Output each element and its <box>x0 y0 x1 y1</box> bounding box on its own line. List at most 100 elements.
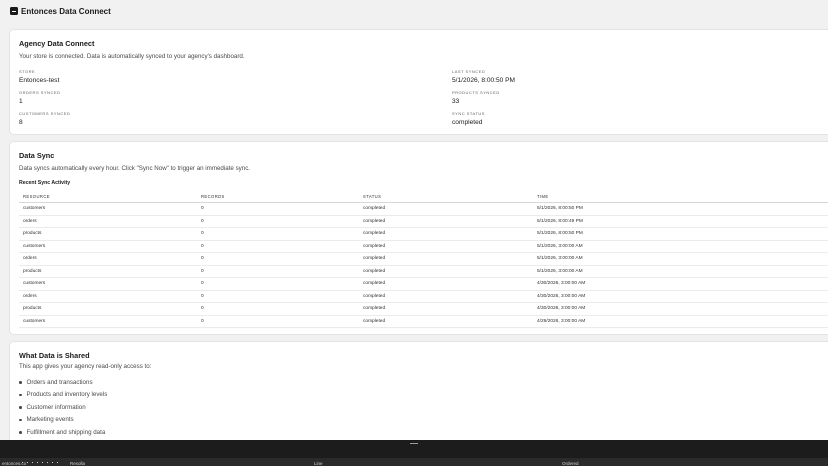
cell-status: completed <box>359 290 533 303</box>
cell-records: 0 <box>197 277 359 291</box>
table-row: customers 0 completed 5/1/2026, 8:00:50 PM <box>19 202 828 216</box>
table-row: customers 0 completed 4/30/2026, 3:00:00 AM <box>19 277 828 291</box>
table-row: products 0 completed 5/1/2026, 3:00:00 AM <box>19 265 828 278</box>
list-item: Customer information <box>19 401 107 414</box>
bottom-col1: Resolla <box>70 460 86 466</box>
stat-store-value: Entonces-test <box>19 76 60 84</box>
agency-card-description: Your store is connected. Data is automat… <box>19 53 245 60</box>
cell-records: 0 <box>197 315 359 328</box>
stat-store-label: STORE <box>19 69 36 74</box>
cell-resource: orders <box>19 215 197 228</box>
stat-last-synced: LAST SYNCED 5/1/2026, 8:00:50 PM <box>452 69 515 84</box>
shared-card-description: This app gives your agency read-only acc… <box>19 363 152 370</box>
bottom-col3: Ordered <box>562 460 579 466</box>
stat-products-synced: PRODUCTS SYNCED 33 <box>452 90 500 105</box>
panel-drag-handle[interactable] <box>410 443 418 444</box>
cell-records: 0 <box>197 290 359 303</box>
cell-resource: products <box>19 265 197 278</box>
bottom-col2: Line <box>314 460 323 466</box>
table-row: products 0 completed 5/1/2026, 8:00:50 PM <box>19 227 828 241</box>
sync-card-description: Data syncs automatically every hour. Cli… <box>19 165 251 172</box>
cell-resource: products <box>19 302 197 316</box>
list-item: Fulfillment and shipping data <box>19 426 107 439</box>
cell-time: 4/30/2026, 3:00:00 AM <box>533 302 828 316</box>
app-title: Entonces Data Connect <box>21 6 111 16</box>
stat-orders-synced-label: ORDERS SYNCED <box>19 90 61 95</box>
list-item: Products and inventory levels <box>19 389 108 402</box>
cell-records: 0 <box>197 240 359 253</box>
cell-time: 5/1/2026, 3:00:00 AM <box>533 240 828 253</box>
table-row: products 0 completed 4/30/2026, 3:00:00 AM <box>19 302 828 316</box>
cell-status: completed <box>359 252 533 266</box>
cell-time: 5/1/2026, 8:00:50 PM <box>533 202 828 216</box>
shared-card-title: What Data is Shared <box>19 351 90 360</box>
cell-records: 0 <box>197 202 359 216</box>
stat-last-synced-value: 5/1/2026, 8:00:50 PM <box>452 76 516 84</box>
table-row: customers 0 completed 4/29/2026, 3:00:00 AM <box>19 315 828 328</box>
list-item: Orders and transactions <box>19 376 107 389</box>
recent-sync-activity-heading: Recent Sync Activity <box>19 180 71 186</box>
table-header-row: RESOURCE RECORDS STATUS TIME <box>19 190 828 203</box>
table-row: customers 0 completed 5/1/2026, 3:00:00 AM <box>19 240 828 253</box>
cell-resource: customers <box>19 315 197 328</box>
stat-store: STORE Entonces-test <box>19 69 59 84</box>
cell-time: 5/1/2026, 8:00:49 PM <box>533 215 828 228</box>
table-row: orders 0 completed 5/1/2026, 3:00:00 AM <box>19 252 828 266</box>
stat-last-synced-label: LAST SYNCED <box>452 69 486 74</box>
cell-time: 5/1/2026, 3:00:00 AM <box>533 252 828 266</box>
cell-status: completed <box>359 277 533 291</box>
table-row: orders 0 completed 5/1/2026, 8:00:49 PM <box>19 215 828 228</box>
cell-time: 5/1/2026, 8:00:50 PM <box>533 227 828 241</box>
cell-records: 0 <box>197 252 359 266</box>
col-header-time: TIME <box>533 190 828 203</box>
cell-resource: products <box>19 227 197 241</box>
sync-activity-rows: customers 0 completed 5/1/2026, 8:00:50 PM o… <box>19 202 828 328</box>
app-header: Entonces Data Connect <box>0 0 828 22</box>
stat-customers-synced: CUSTOMERS SYNCED 8 <box>19 111 70 126</box>
stat-sync-status-label: SYNC STATUS <box>452 111 485 116</box>
cell-records: 0 <box>197 215 359 228</box>
stat-sync-status-value: completed <box>452 118 483 126</box>
list-item: Marketing events <box>19 414 107 427</box>
shared-data-card: What Data is Shared This app gives your … <box>10 342 828 442</box>
agency-card-title: Agency Data Connect <box>19 39 95 48</box>
cell-resource: orders <box>19 290 197 303</box>
sync-activity-table: RESOURCE RECORDS STATUS TIME customers 0 c… <box>19 190 828 328</box>
cell-time: 5/1/2026, 3:00:00 AM <box>533 265 828 278</box>
stat-orders-synced-value: 1 <box>19 97 23 105</box>
shared-data-list: Orders and transactions Products and inve… <box>19 376 108 439</box>
cell-status: completed <box>359 315 533 328</box>
cell-time: 4/29/2026, 3:00:00 AM <box>533 315 828 328</box>
col-header-records: RECORDS <box>197 190 359 203</box>
cell-records: 0 <box>197 227 359 241</box>
cell-time: 4/30/2026, 3:00:00 AM <box>533 277 828 291</box>
cell-resource: customers <box>19 277 197 291</box>
col-header-status: STATUS <box>359 190 533 203</box>
bottom-panel: entonces.co Resolla Line Ordered <box>0 440 828 466</box>
app-icon <box>10 7 18 15</box>
stat-products-synced-value: 33 <box>452 97 460 105</box>
cell-status: completed <box>359 302 533 316</box>
cell-status: completed <box>359 227 533 241</box>
table-row: orders 0 completed 4/30/2026, 3:00:00 AM <box>19 290 828 303</box>
cell-status: completed <box>359 202 533 216</box>
stat-customers-synced-value: 8 <box>19 118 23 126</box>
stat-customers-synced-label: CUSTOMERS SYNCED <box>19 111 71 116</box>
cell-status: completed <box>359 215 533 228</box>
stat-orders-synced: ORDERS SYNCED 1 <box>19 90 60 105</box>
bottom-strip: entonces.co Resolla Line Ordered <box>0 458 828 466</box>
cell-resource: orders <box>19 252 197 266</box>
cell-status: completed <box>359 240 533 253</box>
cell-time: 4/30/2026, 3:00:00 AM <box>533 290 828 303</box>
sync-card-title: Data Sync <box>19 151 55 160</box>
cell-records: 0 <box>197 265 359 278</box>
stat-sync-status: SYNC STATUS completed <box>452 111 485 126</box>
agency-data-connect-card: Agency Data Connect Your store is connec… <box>10 30 828 134</box>
bottom-dots <box>22 462 62 463</box>
stat-products-synced-label: PRODUCTS SYNCED <box>452 90 500 95</box>
cell-resource: customers <box>19 240 197 253</box>
col-header-resource: RESOURCE <box>19 190 197 203</box>
cell-records: 0 <box>197 302 359 316</box>
data-sync-card: Data Sync Data syncs automatically every… <box>10 142 828 334</box>
cell-status: completed <box>359 265 533 278</box>
